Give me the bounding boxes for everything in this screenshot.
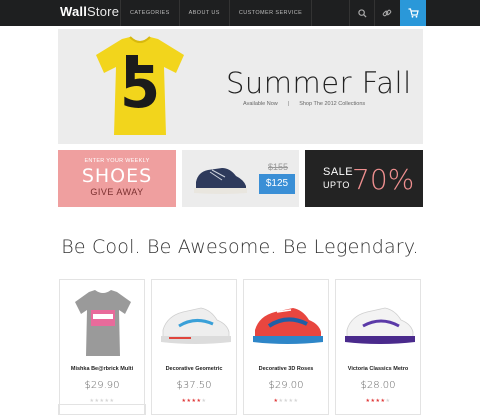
- nav-item-categories[interactable]: CATEGORIES: [120, 0, 179, 26]
- hero-available-now[interactable]: Available Now: [243, 101, 278, 107]
- search-button[interactable]: [349, 0, 374, 26]
- product-price: $29.90: [84, 380, 120, 391]
- shirt-number: 5: [120, 53, 160, 121]
- rating-star-icon: ★: [201, 398, 207, 404]
- product-card[interactable]: Victoria Classics Metro $28.00 ★★★★★: [335, 279, 421, 415]
- top-navbar: WallStore CATEGORIES ABOUT US CUSTOMER S…: [0, 0, 480, 26]
- promo-sale-percent: 70%: [352, 163, 415, 196]
- product-card[interactable]: Mishka Be@rbrick Multi $29.90 ★★★★★: [59, 279, 145, 415]
- promo-giveaway[interactable]: ENTER YOUR WEEKLY SHOES GIVE AWAY: [58, 150, 176, 207]
- account-button[interactable]: [374, 0, 399, 26]
- product-image-sneaker-purple: [345, 307, 415, 344]
- hero-subtitle: Available Now | Shop The 2012 Collection…: [243, 101, 365, 107]
- product-card[interactable]: Decorative Geometric $37.50 ★★★★★: [151, 279, 237, 415]
- promo-sale-label: SALE: [323, 166, 354, 178]
- product-rating: ★★★★★: [244, 398, 328, 404]
- product-card[interactable]: Decorative 3D Roses $29.00 ★★★★★: [243, 279, 329, 415]
- search-icon: [357, 8, 367, 18]
- product-rating: ★★★★★: [336, 398, 420, 404]
- product-rating: ★★★★★: [152, 398, 236, 404]
- product-image-sneaker-white: [161, 307, 231, 344]
- rating-star-icon: ★: [385, 398, 391, 404]
- product-price: $37.50: [176, 380, 212, 391]
- product-price: $29.00: [268, 380, 304, 391]
- link-icon: [382, 9, 392, 17]
- promo-upto-label: UPTO: [323, 180, 350, 190]
- promo-giveaway-line3: GIVE AWAY: [90, 187, 144, 197]
- product-name[interactable]: Decorative 3D Roses: [244, 366, 328, 372]
- hero-shop-link[interactable]: Shop The 2012 Collections: [299, 101, 365, 107]
- promo-giveaway-line2: SHOES: [81, 165, 153, 187]
- sneaker-image: [194, 168, 247, 194]
- product-name[interactable]: Decorative Geometric: [152, 366, 236, 372]
- promo-giveaway-line1: ENTER YOUR WEEKLY: [84, 158, 150, 164]
- old-price: $155: [268, 162, 289, 172]
- tagline: Be Cool. Be Awesome. Be Legendary.: [61, 236, 419, 258]
- new-price-badge: $125: [259, 174, 295, 194]
- cart-button[interactable]: [400, 0, 426, 26]
- main-nav: CATEGORIES ABOUT US CUSTOMER SERVICE: [120, 0, 313, 26]
- product-image-tshirt: [75, 290, 131, 356]
- store-logo[interactable]: WallStore: [60, 4, 119, 19]
- hero-separator: |: [287, 101, 290, 107]
- hero-title: Summer Fall: [226, 66, 412, 100]
- tshirt-image: 5: [96, 36, 184, 135]
- product-image-sneaker-red: [253, 308, 323, 344]
- product-name[interactable]: Mishka Be@rbrick Multi: [60, 366, 144, 372]
- cart-icon: [408, 8, 419, 18]
- rating-star-icon: ★: [293, 398, 299, 404]
- nav-item-customer-service[interactable]: CUSTOMER SERVICE: [228, 0, 313, 26]
- product-price: $28.00: [360, 380, 396, 391]
- nav-item-about-us[interactable]: ABOUT US: [178, 0, 229, 26]
- product-name[interactable]: Victoria Classics Metro: [336, 366, 420, 372]
- product-card-next-row[interactable]: [58, 404, 146, 415]
- promo-sale[interactable]: SALE UPTO 70%: [305, 150, 423, 207]
